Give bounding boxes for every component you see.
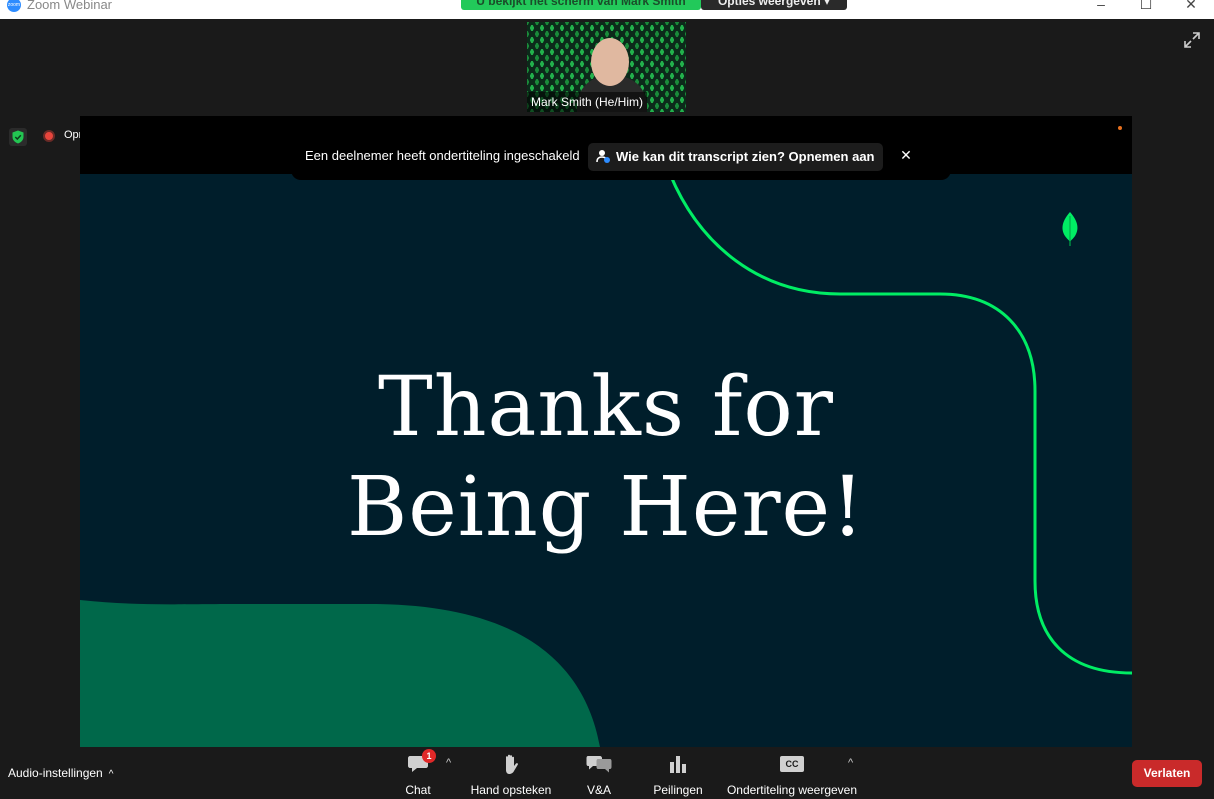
polls-icon bbox=[650, 751, 706, 777]
slide-title-line-1: Thanks for bbox=[378, 360, 834, 455]
chevron-up-icon[interactable]: ^ bbox=[109, 769, 114, 780]
activity-indicator bbox=[1118, 126, 1122, 130]
chat-unread-badge: 1 bbox=[422, 749, 436, 763]
speaker-video-tile[interactable]: Mark Smith (He/Him) bbox=[527, 22, 686, 112]
person-icon bbox=[596, 145, 610, 163]
raise-hand-label: Hand opsteken bbox=[470, 783, 552, 797]
shield-icon[interactable] bbox=[9, 128, 27, 146]
hand-icon bbox=[468, 751, 554, 777]
chat-label: Chat bbox=[405, 783, 431, 797]
captions-icon-text: CC bbox=[780, 756, 804, 772]
audio-settings-label: Audio-instellingen bbox=[8, 766, 103, 780]
transcript-link-label: Wie kan dit transcript zien? Opnemen aan bbox=[616, 149, 875, 164]
leave-button[interactable]: Verlaten bbox=[1132, 760, 1202, 787]
polls-label: Peilingen bbox=[653, 783, 703, 797]
close-notice-icon[interactable]: ✕ bbox=[896, 147, 916, 164]
slide-title-line-2: Being Here! bbox=[346, 460, 866, 555]
captions-options-caret[interactable]: ^ bbox=[848, 757, 853, 769]
polls-button[interactable]: Peilingen bbox=[650, 751, 706, 797]
record-icon bbox=[43, 130, 55, 142]
caption-notice-banner: Een deelnemer heeft ondertiteling ingesc… bbox=[291, 134, 951, 180]
transcript-visibility-link[interactable]: Wie kan dit transcript zien? Opnemen aan bbox=[588, 143, 883, 171]
zoom-app-icon: zoom bbox=[7, 0, 21, 12]
close-icon[interactable]: ✕ bbox=[1176, 0, 1206, 13]
raise-hand-button[interactable]: Hand opsteken bbox=[468, 751, 554, 797]
audio-settings-button[interactable]: Audio-instellingen ^ bbox=[8, 766, 113, 780]
chevron-down-icon: ▾ bbox=[824, 0, 831, 8]
window-title: Zoom Webinar bbox=[27, 0, 113, 12]
qa-button[interactable]: V&A bbox=[578, 751, 620, 797]
chat-options-caret[interactable]: ^ bbox=[446, 757, 451, 769]
screen-share-status: U bekijkt het scherm van Mark Smith bbox=[461, 0, 701, 10]
caption-notice-text: Een deelnemer heeft ondertiteling ingesc… bbox=[305, 148, 580, 163]
qa-icon bbox=[578, 751, 620, 777]
maximize-icon[interactable]: ☐ bbox=[1131, 0, 1161, 13]
captions-label: Ondertiteling weergeven bbox=[726, 783, 858, 797]
speaker-name: Mark Smith (He/Him) bbox=[527, 92, 648, 112]
view-options-button[interactable]: Opties weergeven ▾ bbox=[701, 0, 847, 10]
meeting-toolbar: Audio-instellingen ^ Chat 1 ^ Hand opstek… bbox=[0, 747, 1214, 799]
captions-button[interactable]: CC Ondertiteling weergeven bbox=[726, 751, 858, 797]
fullscreen-icon[interactable] bbox=[1182, 30, 1202, 50]
shared-screen-slide: Thanks for Being Here! Een deelnemer hee… bbox=[80, 116, 1132, 747]
view-options-label: Opties weergeven bbox=[717, 0, 821, 8]
captions-icon: CC bbox=[726, 751, 858, 777]
leaf-icon bbox=[1060, 212, 1080, 251]
title-bar: zoom Zoom Webinar U bekijkt het scherm v… bbox=[0, 0, 1214, 19]
minimize-icon[interactable]: – bbox=[1086, 0, 1116, 12]
qa-label: V&A bbox=[586, 783, 611, 797]
speaker-face bbox=[591, 38, 629, 86]
